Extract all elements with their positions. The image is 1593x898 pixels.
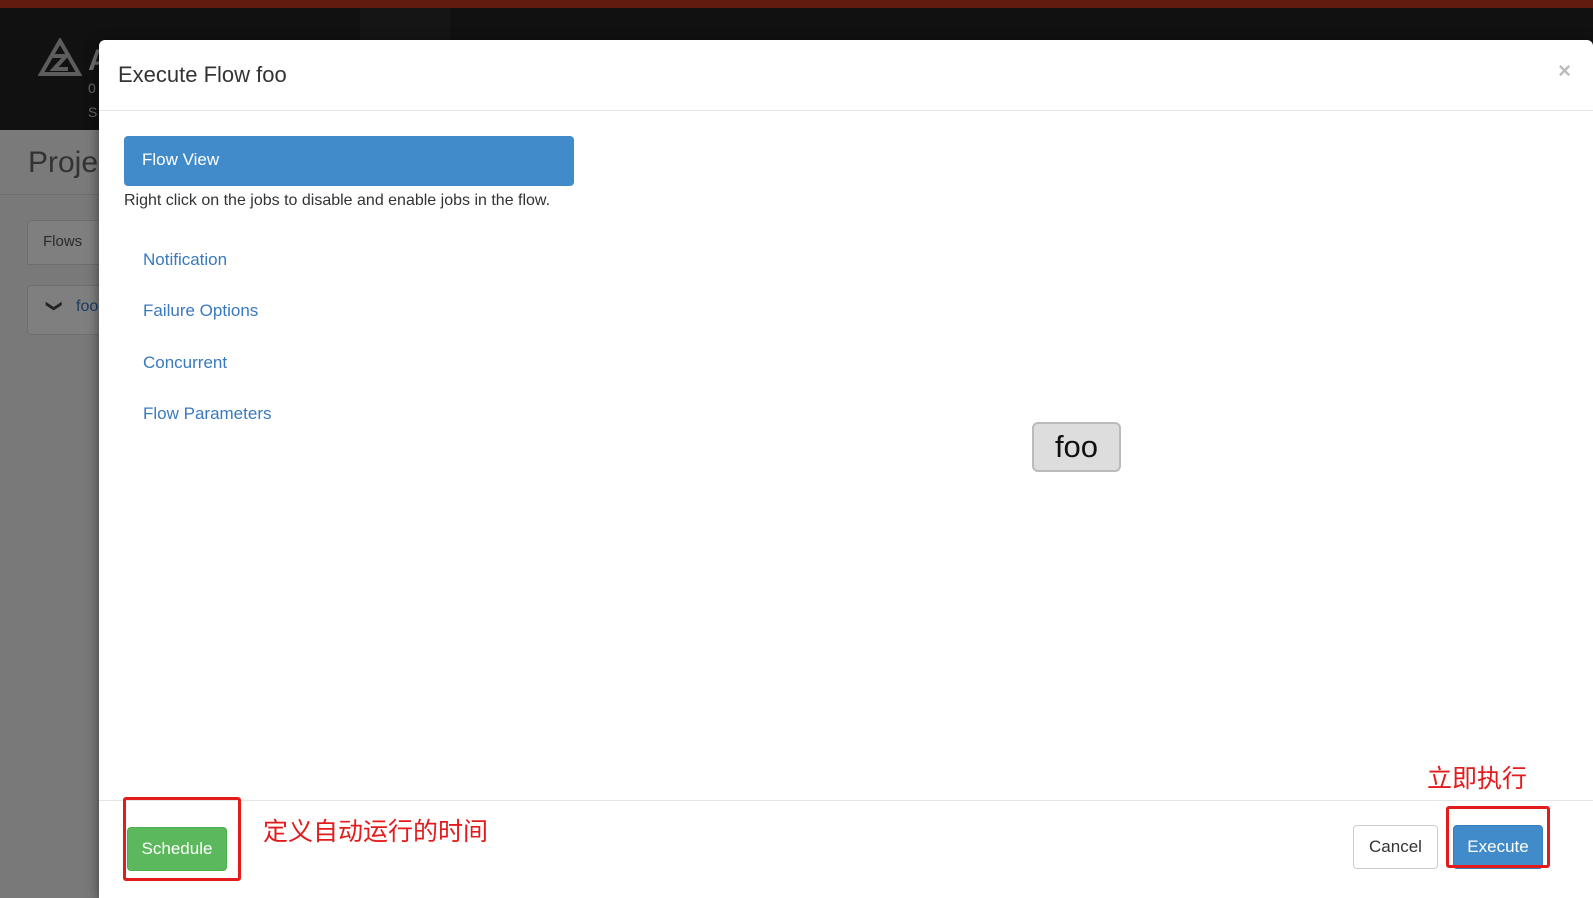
schedule-highlight-box	[123, 797, 241, 881]
cancel-button[interactable]: Cancel	[1353, 825, 1438, 869]
sidebar-item-notification[interactable]: Notification	[143, 250, 227, 270]
execute-annotation: 立即执行	[1427, 764, 1528, 793]
options-sidebar: Flow View Right click on the jobs to dis…	[124, 136, 574, 423]
sidebar-item-flow-view[interactable]: Flow View	[124, 136, 574, 186]
sidebar-item-flow-parameters[interactable]: Flow Parameters	[143, 404, 271, 424]
execute-highlight-box	[1446, 806, 1550, 868]
sidebar-item-failure-options[interactable]: Failure Options	[143, 301, 258, 321]
modal-title: Execute Flow foo	[118, 62, 287, 87]
modal-header: Execute Flow foo ×	[99, 40, 1593, 111]
execute-flow-dialog: Execute Flow foo × Flow View Right click…	[99, 40, 1593, 898]
graph-job-node[interactable]: foo	[1032, 422, 1121, 472]
close-icon[interactable]: ×	[1558, 58, 1571, 84]
schedule-annotation: 定义自动运行的时间	[263, 817, 489, 846]
flow-view-hint: Right click on the jobs to disable and e…	[124, 192, 551, 209]
sidebar-item-concurrent[interactable]: Concurrent	[143, 353, 227, 373]
